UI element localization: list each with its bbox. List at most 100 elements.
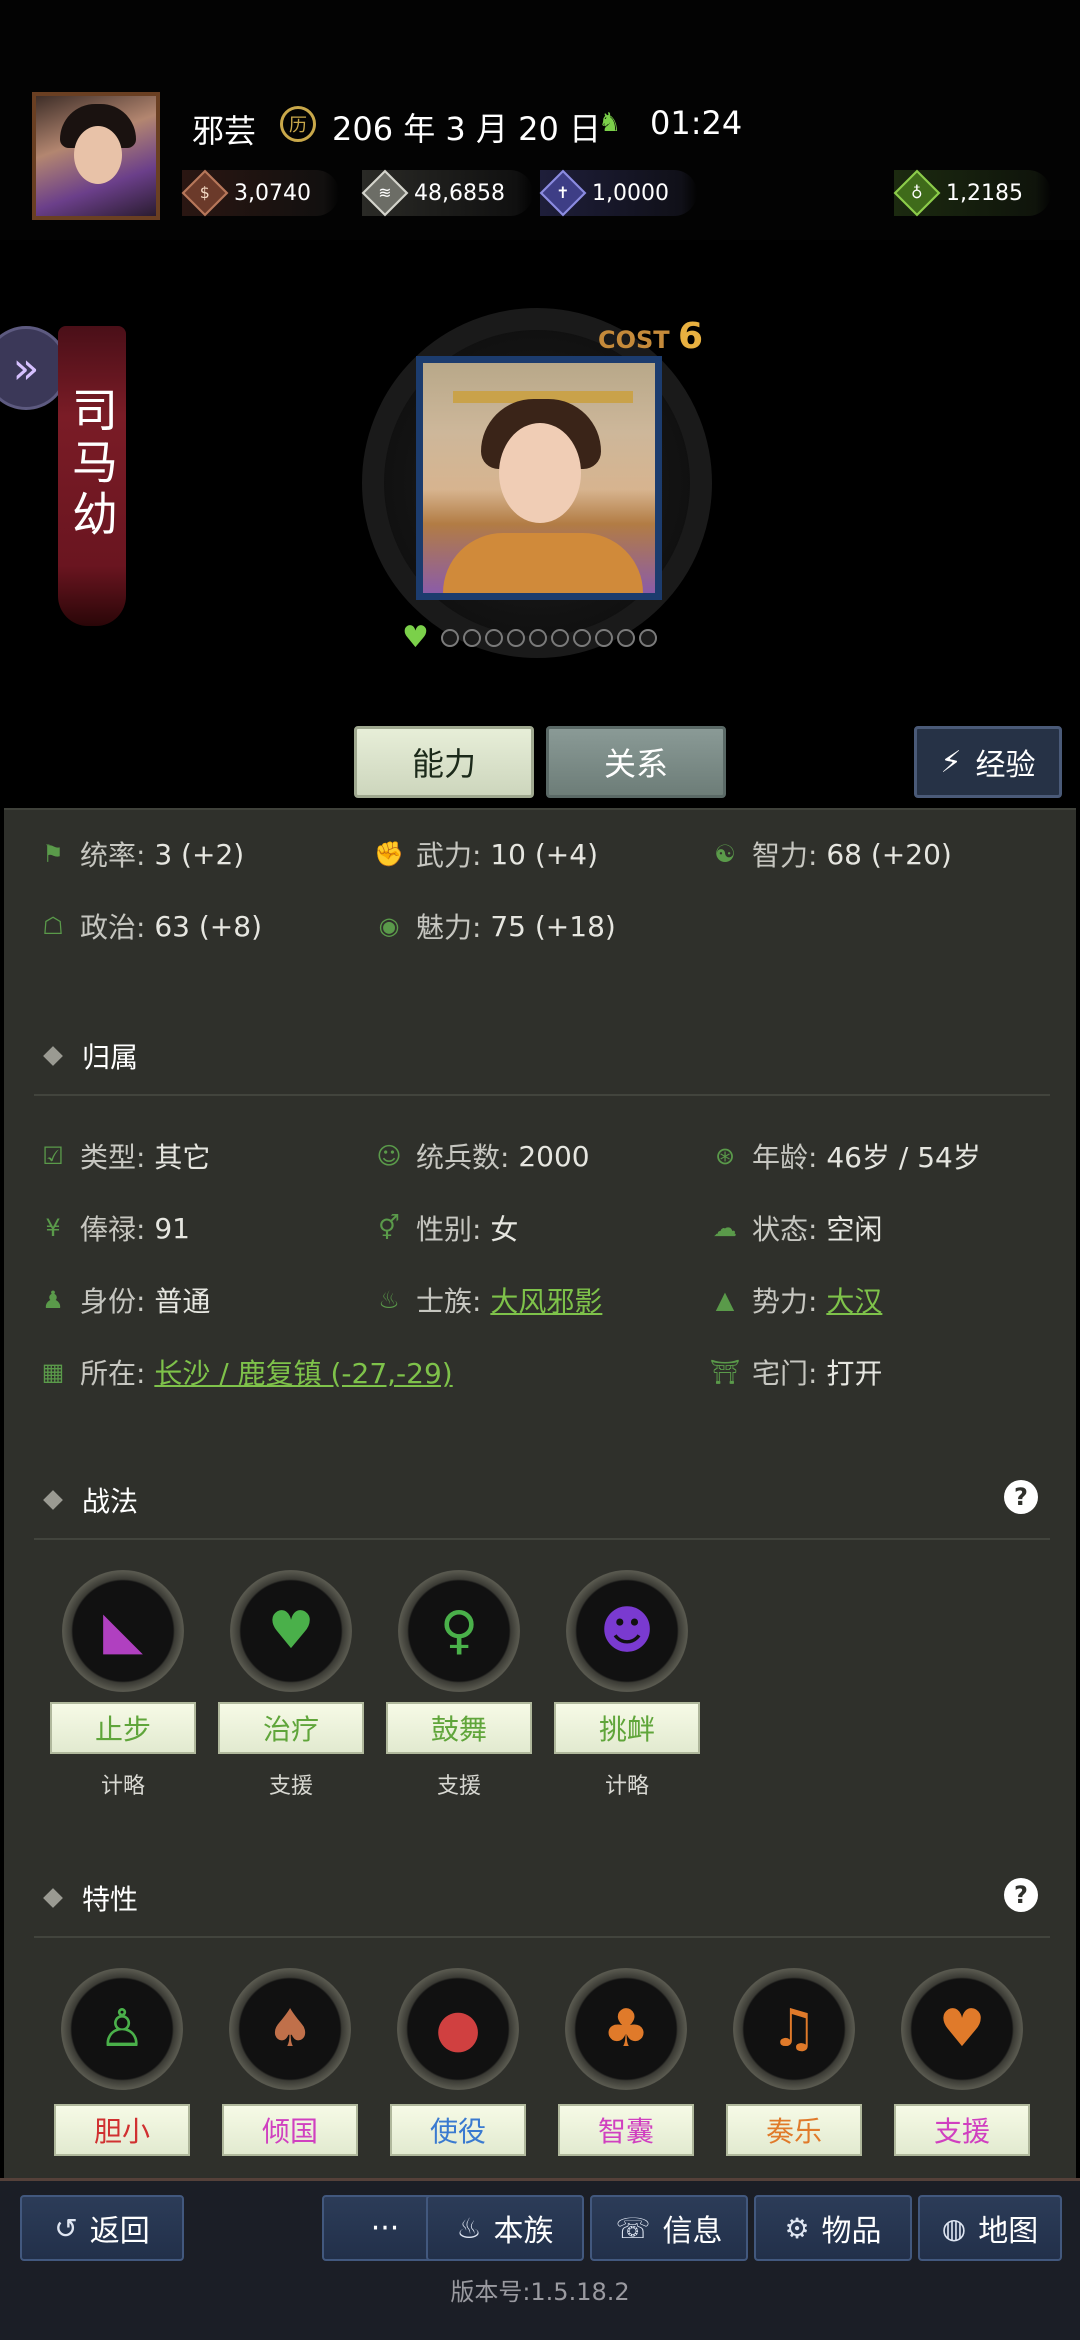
tactic-name: 治疗: [218, 1702, 364, 1754]
resource-soldier-value: 1,0000: [592, 180, 669, 206]
trait-item[interactable]: ● 使役: [388, 1968, 528, 2156]
trait-item[interactable]: ♠ 倾国: [220, 1968, 360, 2156]
section-affiliation-title: 归属: [82, 1041, 139, 1074]
info-gender: ⚥ 性别: 女: [374, 1208, 518, 1248]
stat-politics-value: 63 (+8): [154, 909, 262, 943]
gate-icon: ⛩: [709, 1358, 741, 1386]
top-bar: 邪芸 历 206 年 3 月 20 日 ♞ 01:24 $ 3,0740 ≋ 4…: [0, 0, 1080, 240]
info-faction-label: 势力:: [752, 1285, 818, 1318]
stat-intellect-label: 智力:: [752, 839, 818, 872]
faction-link[interactable]: 大汉: [826, 1280, 882, 1320]
info-house: ⛩ 宅门: 打开: [709, 1352, 883, 1392]
experience-label: 经验: [975, 748, 1036, 783]
info-identity: ♟ 身份: 普通: [38, 1280, 210, 1320]
bottom-nav: ↺ 返回 ··· ♨ 本族 ☏ 信息 ⚙ 物品 ◍ 地图: [0, 2178, 1080, 2340]
resource-money-bag[interactable]: ♁ 1,2185: [893, 169, 1051, 217]
divider: [34, 1094, 1050, 1096]
info-gender-value: 女: [490, 1213, 519, 1246]
resource-grain[interactable]: ≋ 48,6858: [361, 169, 533, 217]
traits-help-button[interactable]: ?: [1004, 1878, 1038, 1912]
map-label: 地图: [978, 2214, 1039, 2249]
stat-politics: ☖ 政治: 63 (+8): [38, 906, 262, 946]
items-icon: ⚙: [784, 2211, 810, 2245]
eye-icon: ◉: [378, 912, 400, 940]
avatar-face: [74, 126, 122, 184]
info-gender-label: 性别:: [416, 1213, 482, 1246]
ballet-shoe-icon: ♠: [229, 1968, 351, 2090]
back-label: 返回: [89, 2214, 150, 2249]
resource-coin[interactable]: $ 3,0740: [181, 169, 339, 217]
city-icon: ▦: [41, 1358, 65, 1386]
location-link[interactable]: 长沙 / 鹿复镇 (-27,-29): [154, 1352, 452, 1392]
star-dot: [572, 628, 591, 647]
resource-grain-value: 48,6858: [414, 180, 505, 206]
info-button[interactable]: ☏ 信息: [590, 2195, 748, 2261]
tab-relation[interactable]: 关系: [546, 726, 726, 798]
star-dot: [638, 628, 657, 647]
resource-soldier[interactable]: ✝ 1,0000: [539, 169, 697, 217]
stat-command: ⚑ 统率: 3 (+2): [38, 834, 244, 874]
star-dot: [462, 628, 481, 647]
info-location: ▦ 所在: 长沙 / 鹿复镇 (-27,-29): [38, 1352, 453, 1392]
trait-item[interactable]: ♙ 胆小: [52, 1968, 192, 2156]
tactics-help-button[interactable]: ?: [1004, 1480, 1038, 1514]
game-time: 01:24: [650, 104, 743, 142]
tab-ability[interactable]: 能力: [354, 726, 534, 798]
tactic-item[interactable]: ☻ 挑衅 计略: [552, 1570, 702, 1800]
trait-item[interactable]: ♣ 智囊: [556, 1968, 696, 2156]
flag-icon: ⚑: [42, 840, 64, 868]
calendar-icon: 历: [280, 106, 316, 142]
stat-charm-value: 75 (+18): [490, 909, 616, 943]
back-arrow-icon: ↺: [54, 2211, 78, 2245]
coin-icon: $: [181, 169, 229, 217]
clan-link[interactable]: 大风邪影: [490, 1280, 602, 1320]
player-avatar[interactable]: [32, 92, 160, 220]
tactic-name: 挑衅: [554, 1702, 700, 1754]
diamond-bullet-icon: [43, 1490, 63, 1510]
tactic-item[interactable]: ◣ 止步 计略: [48, 1570, 198, 1800]
hero-portrait[interactable]: [416, 356, 662, 600]
taunt-icon: ☻: [566, 1570, 688, 1692]
clan-label: 本族: [493, 2214, 554, 2249]
divider: [34, 1936, 1050, 1938]
tactic-item[interactable]: ♀ 鼓舞 支援: [384, 1570, 534, 1800]
experience-button[interactable]: ⚡ 经验: [914, 726, 1062, 798]
tactic-type: 支援: [268, 1774, 313, 1799]
map-button[interactable]: ◍ 地图: [918, 2195, 1062, 2261]
cost-label: COST: [598, 326, 670, 354]
trait-item[interactable]: ♫ 奏乐: [724, 1968, 864, 2156]
version-label: 版本号:1.5.18.2: [450, 2278, 630, 2306]
hero-robe: [443, 533, 643, 593]
info-location-label: 所在:: [80, 1357, 146, 1390]
money-bag-icon: ♁: [893, 169, 941, 217]
tactic-item[interactable]: ♥ 治疗 支援: [216, 1570, 366, 1800]
info-age: ⊛ 年龄: 46岁 / 54岁: [710, 1136, 981, 1176]
soldier-icon: ✝: [539, 169, 587, 217]
info-faction: ▲ 势力: 大汉: [710, 1280, 883, 1320]
stat-force: ✊ 武力: 10 (+4): [374, 834, 598, 874]
info-age-value: 46岁 / 54岁: [826, 1141, 981, 1174]
items-button[interactable]: ⚙ 物品: [754, 2195, 912, 2261]
globe-icon: ◍: [941, 2211, 967, 2245]
info-type-label: 类型:: [80, 1141, 146, 1174]
heart-icon: ♥: [402, 620, 429, 655]
info-troops-value: 2000: [518, 1139, 590, 1173]
trait-name: 胆小: [54, 2104, 190, 2156]
hero-name: 司马幼: [65, 386, 119, 542]
trait-name: 使役: [390, 2104, 526, 2156]
stat-intellect-value: 68 (+20): [826, 837, 952, 871]
section-tactics: 战法: [32, 1480, 138, 1520]
tactic-name: 鼓舞: [386, 1702, 532, 1754]
trait-name: 智囊: [558, 2104, 694, 2156]
brain-icon: ☯: [714, 840, 736, 868]
stat-force-value: 10 (+4): [490, 837, 598, 871]
items-label: 物品: [821, 2214, 882, 2249]
clan-button[interactable]: ♨ 本族: [426, 2195, 584, 2261]
mountain-icon: ▲: [715, 1286, 735, 1314]
clan-icon: ♨: [456, 2211, 482, 2245]
trait-item[interactable]: ♥ 支援: [892, 1968, 1032, 2156]
stitched-heart-icon: ♥: [901, 1968, 1023, 2090]
heal-heart-icon: ♥: [230, 1570, 352, 1692]
back-button[interactable]: ↺ 返回: [20, 2195, 184, 2261]
info-salary-label: 俸禄:: [80, 1213, 146, 1246]
